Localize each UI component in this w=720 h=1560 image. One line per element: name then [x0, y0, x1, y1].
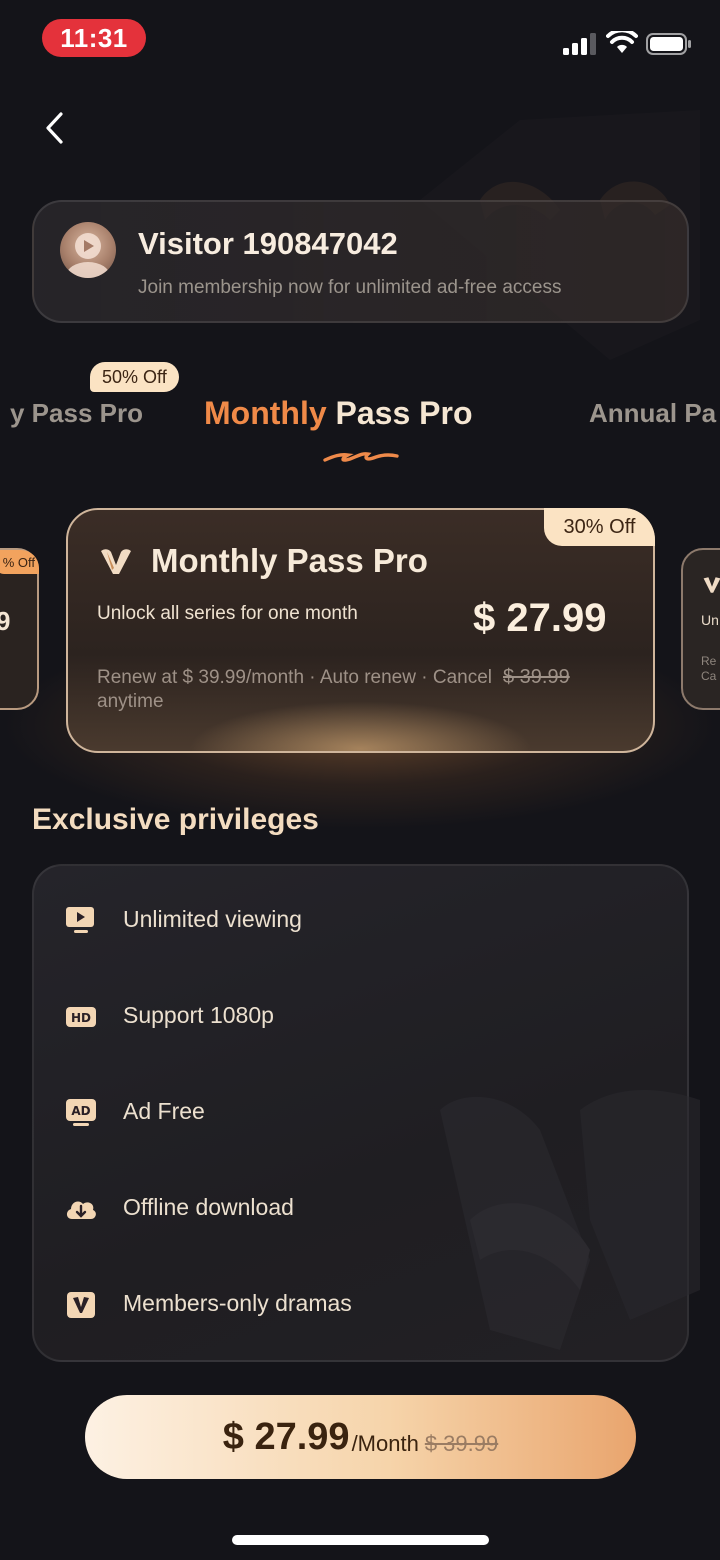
wifi-icon — [606, 31, 638, 53]
cta-unit: /Month — [351, 1431, 419, 1456]
cloud-download-icon — [66, 1201, 96, 1219]
chevron-left-icon — [46, 112, 63, 144]
plan-original-price: $ 39.99 — [503, 666, 570, 688]
ad-icon: AD — [66, 1099, 96, 1126]
cta-price: $ 27.99 — [222, 1415, 350, 1458]
next-plan-renew-line1: Re — [701, 654, 717, 668]
privilege-label: Unlimited viewing — [123, 906, 302, 932]
tab-underline-squiggle-icon — [323, 452, 399, 462]
plan-discount-badge: 30% Off — [544, 508, 655, 546]
avatar-play-icon — [66, 233, 110, 278]
vip-logo-icon — [101, 549, 131, 574]
tab-active-label-accent: Monthly — [204, 395, 327, 431]
previous-plan-price: 9 — [0, 606, 11, 636]
background-logo-icon — [440, 1090, 700, 1350]
avatar[interactable] — [60, 222, 116, 278]
plan-price: $ 27.99 — [473, 596, 607, 640]
privilege-label: Members-only dramas — [123, 1290, 352, 1316]
vip-logo-icon — [703, 577, 720, 593]
profile-subtitle: Join membership now for unlimited ad-fre… — [138, 277, 562, 298]
battery-icon — [646, 33, 691, 55]
next-plan-renew: Re Ca — [701, 654, 716, 684]
previous-plan-badge: % Off — [0, 550, 39, 574]
tab-active-label-rest: Pass Pro — [326, 395, 473, 431]
plan-description: Unlock all series for one month — [97, 603, 358, 624]
svg-text:HD: HD — [71, 1011, 91, 1025]
privilege-label: Offline download — [123, 1194, 294, 1220]
tab-monthly-pass-pro[interactable]: Monthly Pass Pro — [204, 395, 473, 432]
plan-renew-text: Renew at $ 39.99/month · Auto renew · Ca… — [97, 667, 493, 712]
privilege-label: Support 1080p — [123, 1002, 274, 1028]
plan-title: Monthly Pass Pro — [151, 542, 428, 579]
tab-discount-badge: 50% Off — [90, 362, 179, 392]
next-plan-desc: Un — [701, 612, 719, 628]
next-plan-renew-line2: Ca — [701, 669, 717, 683]
home-indicator[interactable] — [232, 1535, 489, 1545]
signal-icon — [563, 33, 596, 55]
privilege-label: Ad Free — [123, 1098, 205, 1124]
subscribe-button[interactable]: $ 27.99 /Month $ 39.99 — [85, 1395, 636, 1479]
svg-text:AD: AD — [71, 1104, 90, 1118]
back-button[interactable] — [30, 104, 78, 152]
vip-icon — [67, 1292, 95, 1318]
play-screen-icon — [66, 907, 94, 933]
username: Visitor 190847042 — [138, 226, 398, 261]
tab-annual-plan[interactable]: Annual Pa — [589, 398, 716, 429]
tab-previous-plan[interactable]: y Pass Pro — [10, 398, 143, 429]
privileges-heading: Exclusive privileges — [32, 803, 319, 836]
cta-original-price: $ 39.99 — [424, 1431, 499, 1456]
next-plan-card[interactable] — [681, 548, 720, 710]
hd-icon: HD — [66, 1007, 96, 1027]
status-time: 11:31 — [42, 19, 146, 57]
